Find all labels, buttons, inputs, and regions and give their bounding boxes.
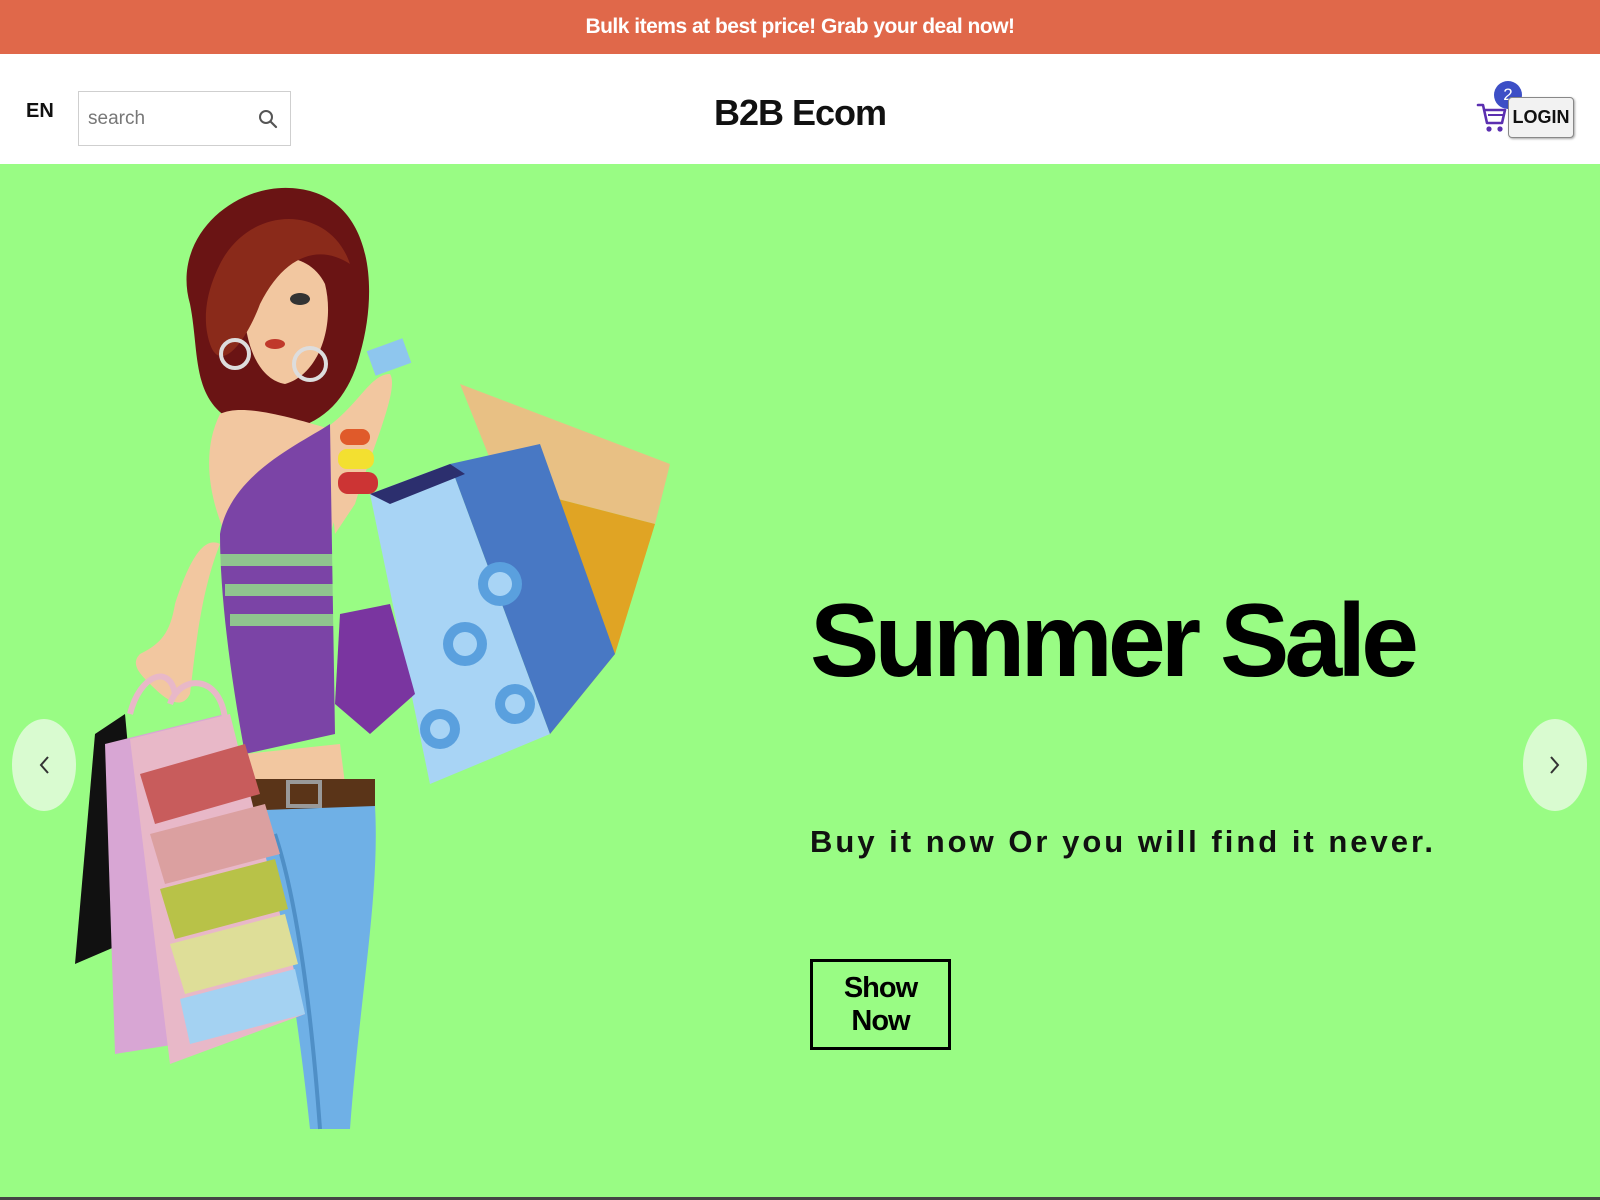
hero-title: Summer Sale <box>810 583 1419 699</box>
chevron-left-icon <box>39 756 49 774</box>
hero-subtitle: Buy it now Or you will find it never. <box>810 824 1436 859</box>
shopping-woman-illustration <box>75 187 670 1130</box>
show-now-button[interactable]: Show Now <box>810 959 951 1050</box>
language-selector[interactable]: EN <box>26 100 54 123</box>
announcement-text: Bulk items at best price! Grab your deal… <box>585 15 1015 38</box>
brand-logo[interactable]: B2B Ecom <box>714 92 887 133</box>
login-button[interactable]: LOGIN <box>1508 97 1574 138</box>
carousel-prev-button[interactable] <box>12 719 76 811</box>
search-input[interactable] <box>79 92 249 145</box>
header: EN B2B Ecom 2 LOGIN <box>0 54 1600 164</box>
hero-banner: Summer Sale Buy it now Or you will find … <box>0 164 1600 1198</box>
announcement-bar: Bulk items at best price! Grab your deal… <box>0 0 1600 54</box>
carousel-next-button[interactable] <box>1523 719 1587 811</box>
search-icon[interactable] <box>258 109 278 129</box>
chevron-right-icon <box>1550 756 1560 774</box>
search-box <box>78 91 291 146</box>
